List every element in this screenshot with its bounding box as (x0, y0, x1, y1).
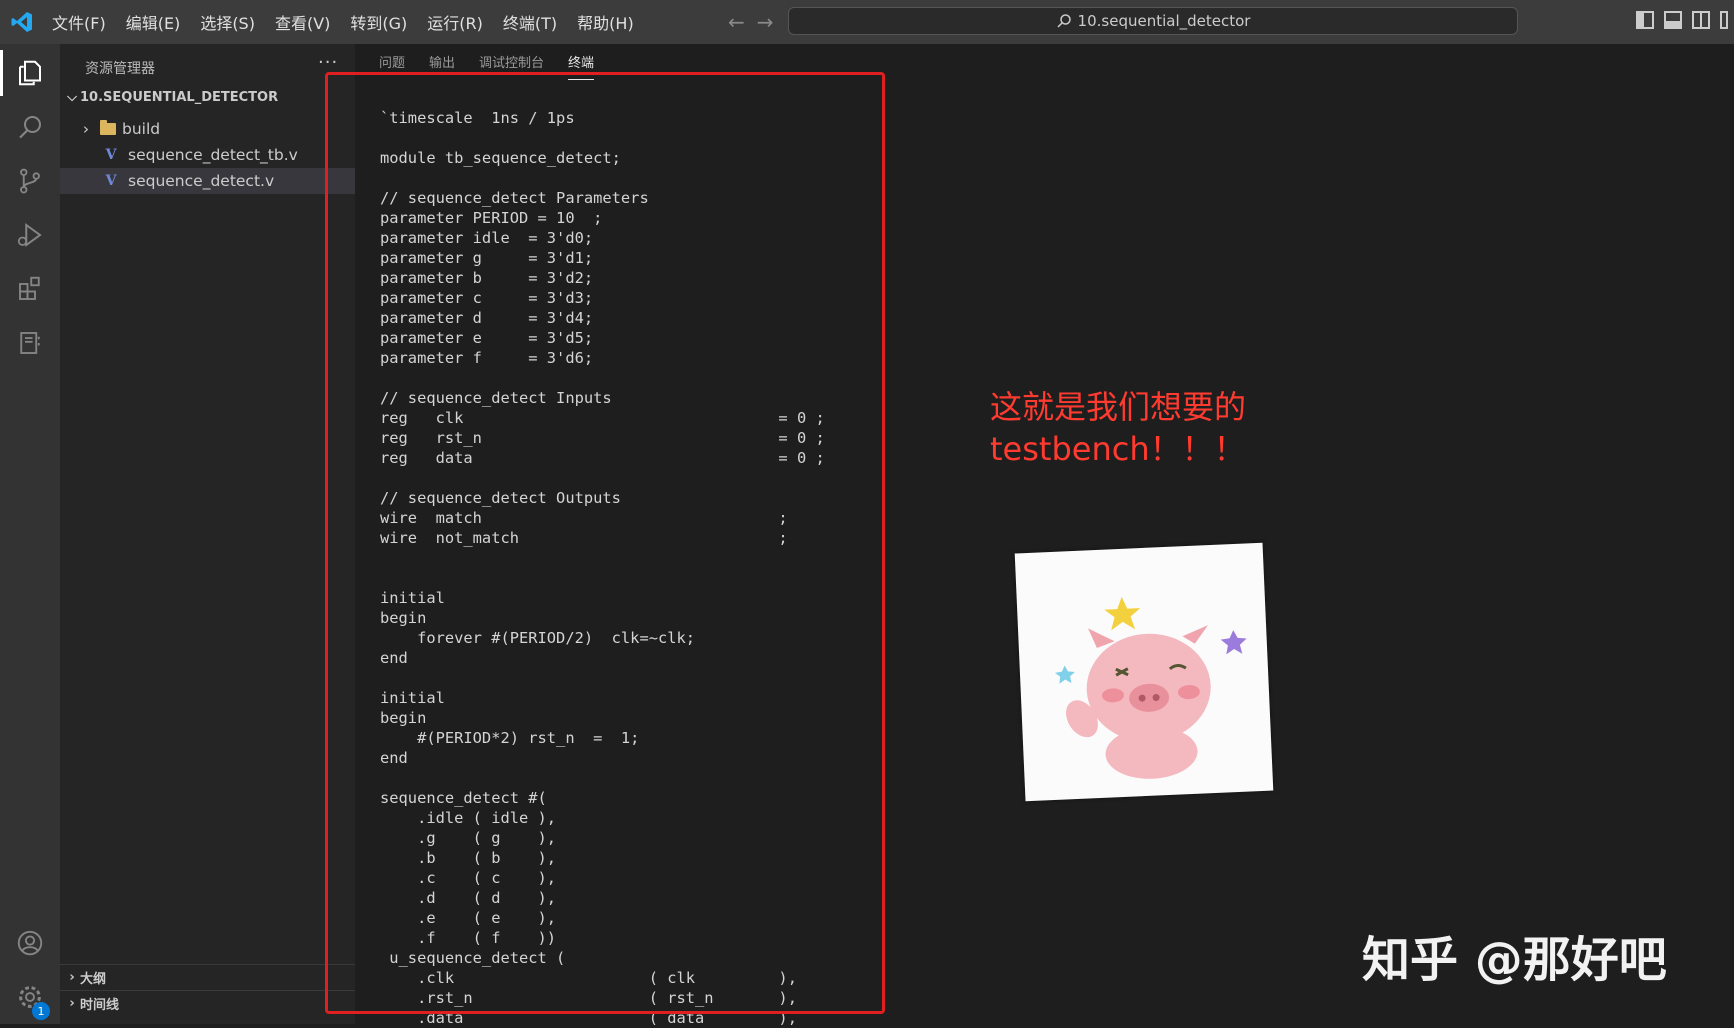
menu-go[interactable]: 转到(G) (350, 10, 407, 34)
workspace-folder-header[interactable]: ⌵ 10.SEQUENTIAL_DETECTOR (64, 90, 278, 105)
run-debug-button[interactable] (0, 208, 60, 262)
run-debug-icon (17, 223, 42, 247)
verilog-file-icon: V (105, 173, 117, 189)
vscode-logo-icon (11, 12, 32, 32)
menu-run[interactable]: 运行(R) (427, 10, 483, 34)
notification-badge: 1 (32, 1002, 50, 1020)
account-icon (17, 930, 43, 956)
tree-item-sequence-detect-tb[interactable]: V sequence_detect_tb.v (60, 142, 355, 168)
nav-arrows: ← → (728, 10, 786, 34)
sidebar-title: 资源管理器 (85, 61, 155, 77)
source-control-icon (20, 168, 40, 194)
notebook-button[interactable] (0, 316, 60, 370)
pig-sticker-drawing (1054, 596, 1247, 779)
explorer-sidebar: 资源管理器 ··· ⌵ 10.SEQUENTIAL_DETECTOR › bui… (60, 44, 355, 1024)
folder-icon (100, 120, 116, 135)
manage-button[interactable]: 1 (0, 970, 60, 1024)
outline-label: 大纲 (80, 971, 107, 987)
menu-terminal[interactable]: 终端(T) (503, 10, 557, 34)
search-icon (1057, 14, 1071, 28)
more-actions-icon[interactable]: ··· (318, 52, 338, 73)
title-bar: 文件(F) 编辑(E) 选择(S) 查看(V) 转到(G) 运行(R) 终端(T… (0, 0, 1734, 44)
timeline-section[interactable]: › 时间线 (60, 990, 355, 1015)
chevron-right-icon: › (69, 969, 75, 985)
menu-edit[interactable]: 编辑(E) (126, 10, 181, 34)
workspace-folder-name: 10.SEQUENTIAL_DETECTOR (80, 90, 279, 105)
menu-bar: 文件(F) 编辑(E) 选择(S) 查看(V) 转到(G) 运行(R) 终端(T… (52, 0, 654, 44)
tree-item-label: build (122, 120, 161, 138)
zhihu-watermark: 知乎 @那好吧 (1362, 932, 1667, 988)
outline-section[interactable]: › 大纲 (60, 964, 355, 989)
annotation-text: 这就是我们想要的 testbench！！！ (990, 386, 1246, 470)
tree-item-sequence-detect[interactable]: V sequence_detect.v (60, 168, 355, 194)
annotation-line-2: testbench！！！ (990, 430, 1246, 468)
notebook-icon (20, 332, 40, 354)
menu-file[interactable]: 文件(F) (52, 10, 106, 34)
chevron-right-icon: › (82, 120, 90, 138)
menu-view[interactable]: 查看(V) (275, 10, 330, 34)
back-arrow-icon[interactable]: ← (728, 10, 745, 34)
search-label: 10.sequential_detector (1077, 12, 1251, 30)
menu-selection[interactable]: 选择(S) (200, 10, 255, 34)
search-icon (19, 116, 41, 139)
toggle-primary-sidebar-icon[interactable] (1636, 11, 1654, 29)
search-view-button[interactable] (0, 100, 60, 154)
command-center-search[interactable]: 10.sequential_detector (788, 7, 1518, 35)
tree-item-label: sequence_detect.v (128, 172, 275, 190)
highlight-box (325, 72, 885, 1014)
extensions-icon (19, 276, 40, 300)
customize-layout-icon[interactable] (1720, 11, 1728, 29)
tree-item-build[interactable]: › build (60, 116, 355, 142)
activity-bar: 1 (0, 44, 60, 1024)
extensions-button[interactable] (0, 262, 60, 316)
verilog-file-icon: V (105, 147, 117, 163)
layout-controls (1636, 11, 1728, 29)
tree-item-label: sequence_detect_tb.v (128, 146, 298, 164)
toggle-secondary-sidebar-icon[interactable] (1692, 11, 1710, 29)
source-control-button[interactable] (0, 154, 60, 208)
menu-help[interactable]: 帮助(H) (577, 10, 634, 34)
accounts-button[interactable] (0, 916, 60, 970)
forward-arrow-icon[interactable]: → (757, 10, 774, 34)
explorer-button[interactable] (0, 46, 60, 100)
timeline-label: 时间线 (80, 997, 120, 1013)
files-icon (19, 60, 41, 86)
chevron-right-icon: › (69, 995, 75, 1011)
pig-sticker-image (1014, 542, 1274, 802)
annotation-line-1: 这就是我们想要的 (990, 388, 1247, 426)
toggle-panel-icon[interactable] (1664, 11, 1682, 29)
chevron-down-icon: ⌵ (67, 90, 77, 105)
